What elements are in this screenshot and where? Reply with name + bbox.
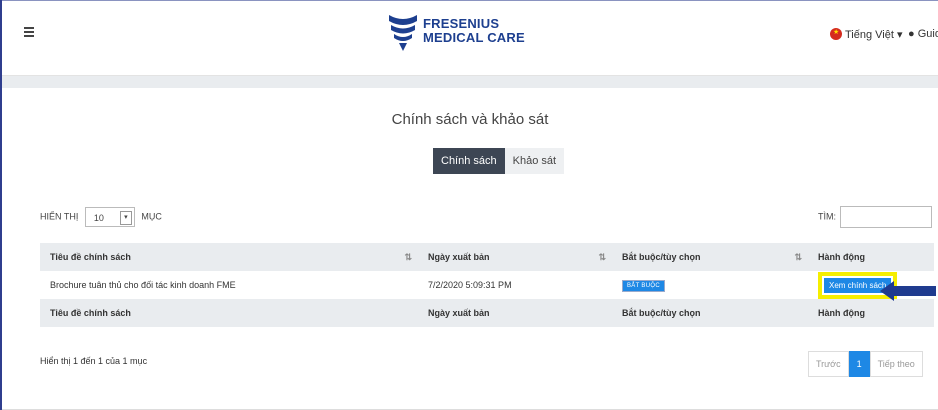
cell-title: Brochure tuân thủ cho đối tác kinh doanh… <box>40 271 418 299</box>
chevron-down-icon: ▾ <box>119 211 132 225</box>
cell-requirement: BẮT BUỘC <box>612 271 808 299</box>
cell-date: 7/2/2020 5:09:31 PM <box>418 271 612 299</box>
search-input[interactable] <box>840 206 932 228</box>
sort-icon: ⇅ <box>404 252 412 262</box>
table-header-row: Tiêu đề chính sách ⇅ Ngày xuất bản ⇅ Bắt b… <box>40 243 934 271</box>
status-badge: BẮT BUỘC <box>622 279 665 292</box>
tab-surveys[interactable]: Khảo sát <box>504 148 565 174</box>
column-header-label: Bắt buộc/tùy chọn <box>622 252 701 262</box>
user-menu[interactable]: ● Guide <box>908 28 938 40</box>
policies-table: Tiêu đề chính sách ⇅ Ngày xuất bản ⇅ Bắt b… <box>40 243 934 327</box>
top-navbar: FRESENIUS MEDICAL CARE Tiếng Việt ▾ ● Gu… <box>2 1 938 76</box>
footer-requirement: Bắt buộc/tùy chọn <box>612 299 808 327</box>
table-row: Brochure tuân thủ cho đối tác kinh doanh… <box>40 271 934 299</box>
search-label: TÌM: <box>818 211 836 222</box>
language-selector[interactable]: Tiếng Việt ▾ <box>830 28 903 41</box>
chevron-down-icon: ▾ <box>896 29 903 41</box>
footer-title: Tiêu đề chính sách <box>40 299 418 327</box>
vietnam-flag-icon <box>830 28 842 40</box>
table-info: Hiển thị 1 đến 1 của 1 mục <box>40 356 148 366</box>
page-title: Chính sách và khảo sát <box>391 111 549 128</box>
page-length-value: 10 <box>93 213 104 223</box>
tab-policies[interactable]: Chính sách <box>433 148 505 174</box>
pagination-prev[interactable]: Trước <box>808 351 849 377</box>
pagination-page-1[interactable]: 1 <box>848 351 870 377</box>
column-header-action: Hành động <box>808 243 934 271</box>
menu-toggle-icon[interactable] <box>24 27 34 37</box>
language-label: Tiếng Việt <box>845 29 894 41</box>
sort-icon: ⇅ <box>598 252 606 262</box>
footer-date: Ngày xuất bản <box>418 299 612 327</box>
page-length-prefix: HIỂN THỊ <box>40 211 79 222</box>
brand-name-line1: FRESENIUS <box>423 16 500 31</box>
column-header-requirement[interactable]: Bắt buộc/tùy chọn ⇅ <box>612 243 808 271</box>
column-header-label: Ngày xuất bản <box>428 252 490 262</box>
page-length-suffix: MỤC <box>141 211 162 222</box>
pagination: Trước 1 Tiếp theo <box>808 351 923 377</box>
page-length-select[interactable]: 10 ▾ <box>84 207 135 227</box>
fresenius-logo-icon <box>389 15 417 51</box>
user-icon: ● <box>908 28 915 40</box>
tab-bar: Chính sách Khảo sát <box>433 148 565 174</box>
table-footer-row: Tiêu đề chính sách Ngày xuất bản Bắt buộ… <box>40 299 934 327</box>
footer-action: Hành động <box>808 299 934 327</box>
column-header-label: Hành động <box>818 252 865 262</box>
sort-icon: ⇅ <box>794 252 802 262</box>
brand-name: FRESENIUS MEDICAL CARE <box>423 17 525 45</box>
page-header-band <box>2 76 938 88</box>
pagination-next[interactable]: Tiếp theo <box>869 351 923 377</box>
column-header-label: Tiêu đề chính sách <box>50 252 131 262</box>
column-header-title[interactable]: Tiêu đề chính sách ⇅ <box>40 243 418 271</box>
brand-name-line2: MEDICAL CARE <box>423 30 525 45</box>
arrow-left-icon <box>880 281 936 301</box>
column-header-date[interactable]: Ngày xuất bản ⇅ <box>418 243 612 271</box>
user-label: Guide <box>917 28 938 40</box>
page-length-control: HIỂN THỊ 10 ▾ MỤC <box>40 207 162 227</box>
table-search: TÌM: <box>818 206 932 228</box>
